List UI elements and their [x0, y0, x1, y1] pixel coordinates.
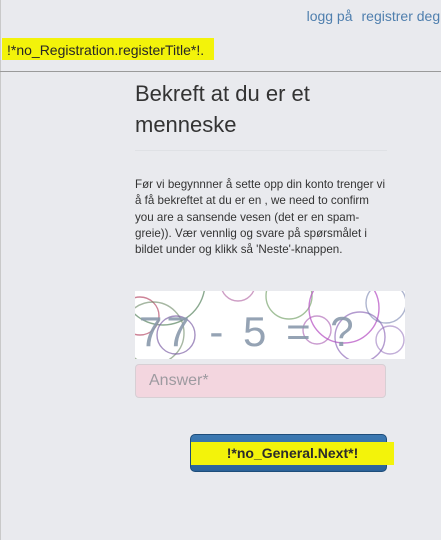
captcha-drawing: 77 - 5 = ?: [135, 291, 405, 359]
verification-instructions: Før vi begynnner å sette opp din konto t…: [135, 178, 386, 257]
verification-panel: Bekreft at du er et menneske Før vi begy…: [135, 78, 387, 258]
next-button-label: !*no_General.Next*!: [191, 442, 394, 465]
captcha-image: 77 - 5 = ?: [135, 291, 405, 359]
next-button[interactable]: !*no_General.Next*!: [190, 434, 394, 472]
captcha-question: 77 - 5 = ?: [139, 308, 358, 355]
login-link[interactable]: logg på: [307, 6, 353, 26]
left-window-edge: [0, 0, 1, 540]
page-title: Bekreft at du er et menneske: [135, 81, 310, 137]
registration-page-heading: !*no_Registration.registerTitle*!.: [2, 38, 215, 60]
title-divider: [135, 150, 387, 151]
register-link[interactable]: registrer deg.: [362, 6, 441, 26]
captcha-answer-input[interactable]: [135, 364, 386, 398]
top-navigation: logg på registrer deg.: [307, 6, 441, 26]
header-divider: [0, 71, 441, 72]
